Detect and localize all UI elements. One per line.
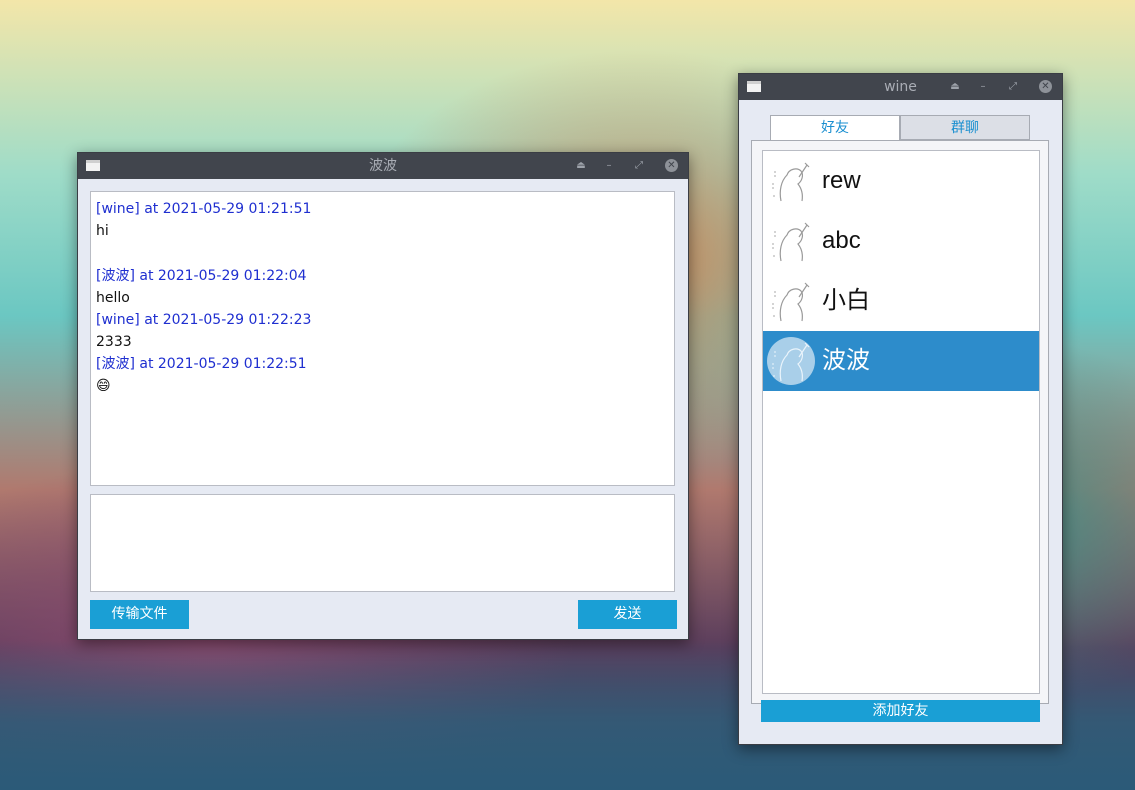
message-header: [wine] at 2021-05-29 01:21:51 — [96, 201, 312, 217]
avatar-sketch-icon — [772, 342, 810, 382]
chat-titlebar[interactable]: 波波 ⏏ – ⤢ ✕ — [78, 153, 688, 179]
close-icon[interactable]: ✕ — [665, 159, 678, 172]
friends-tab-panel: rew abc 小白 波波 — [751, 140, 1049, 704]
friend-item[interactable]: 小白 — [763, 271, 1039, 331]
avatar — [767, 217, 815, 265]
avatar-sketch-icon — [772, 282, 810, 322]
send-file-button[interactable]: 传输文件 — [90, 600, 189, 629]
chat-window: 波波 ⏏ – ⤢ ✕ [wine] at 2021-05-29 01:21:51… — [77, 152, 689, 640]
close-icon[interactable]: ✕ — [1039, 80, 1052, 93]
message-text: hi — [96, 223, 109, 239]
message-input[interactable] — [90, 494, 675, 592]
tab-groups[interactable]: 群聊 — [900, 115, 1030, 140]
minimize-icon[interactable]: – — [601, 153, 617, 179]
friends-window-title: wine — [884, 79, 917, 95]
friend-name: 波波 — [822, 347, 870, 374]
message-text: 2333 — [96, 334, 132, 350]
maximize-icon[interactable]: ⤢ — [631, 153, 647, 179]
friend-list[interactable]: rew abc 小白 波波 — [762, 150, 1040, 694]
friends-window: wine ⏏ – ⤢ ✕ 好友 群聊 rew abc 小白 波波 添加好友 — [738, 73, 1063, 745]
message-text: 😄 — [96, 378, 111, 394]
message-header: [波波] at 2021-05-29 01:22:04 — [96, 268, 307, 284]
friend-item-selected[interactable]: 波波 — [763, 331, 1039, 391]
minimize-icon[interactable]: – — [975, 74, 991, 100]
friend-name: rew — [822, 167, 861, 194]
maximize-icon[interactable]: ⤢ — [1005, 74, 1021, 100]
message-text: hello — [96, 290, 130, 306]
message-history[interactable]: [wine] at 2021-05-29 01:21:51 hi [波波] at… — [90, 191, 675, 486]
avatar — [767, 277, 815, 325]
app-window-icon — [86, 160, 100, 171]
friend-item[interactable]: abc — [763, 211, 1039, 271]
avatar-sketch-icon — [772, 162, 810, 202]
friend-item[interactable]: rew — [763, 151, 1039, 211]
friends-titlebar[interactable]: wine ⏏ – ⤢ ✕ — [739, 74, 1062, 100]
avatar-sketch-icon — [772, 222, 810, 262]
friend-name: abc — [822, 227, 861, 254]
send-button[interactable]: 发送 — [578, 600, 677, 629]
app-window-icon — [747, 81, 761, 92]
eject-icon[interactable]: ⏏ — [573, 153, 589, 179]
chat-window-title: 波波 — [369, 158, 397, 174]
tab-friends[interactable]: 好友 — [770, 115, 900, 141]
avatar — [767, 157, 815, 205]
message-header: [wine] at 2021-05-29 01:22:23 — [96, 312, 312, 328]
friend-name: 小白 — [822, 287, 870, 314]
add-friend-button[interactable]: 添加好友 — [761, 700, 1040, 722]
message-header: [波波] at 2021-05-29 01:22:51 — [96, 356, 307, 372]
eject-icon[interactable]: ⏏ — [947, 74, 963, 100]
avatar — [767, 337, 815, 385]
